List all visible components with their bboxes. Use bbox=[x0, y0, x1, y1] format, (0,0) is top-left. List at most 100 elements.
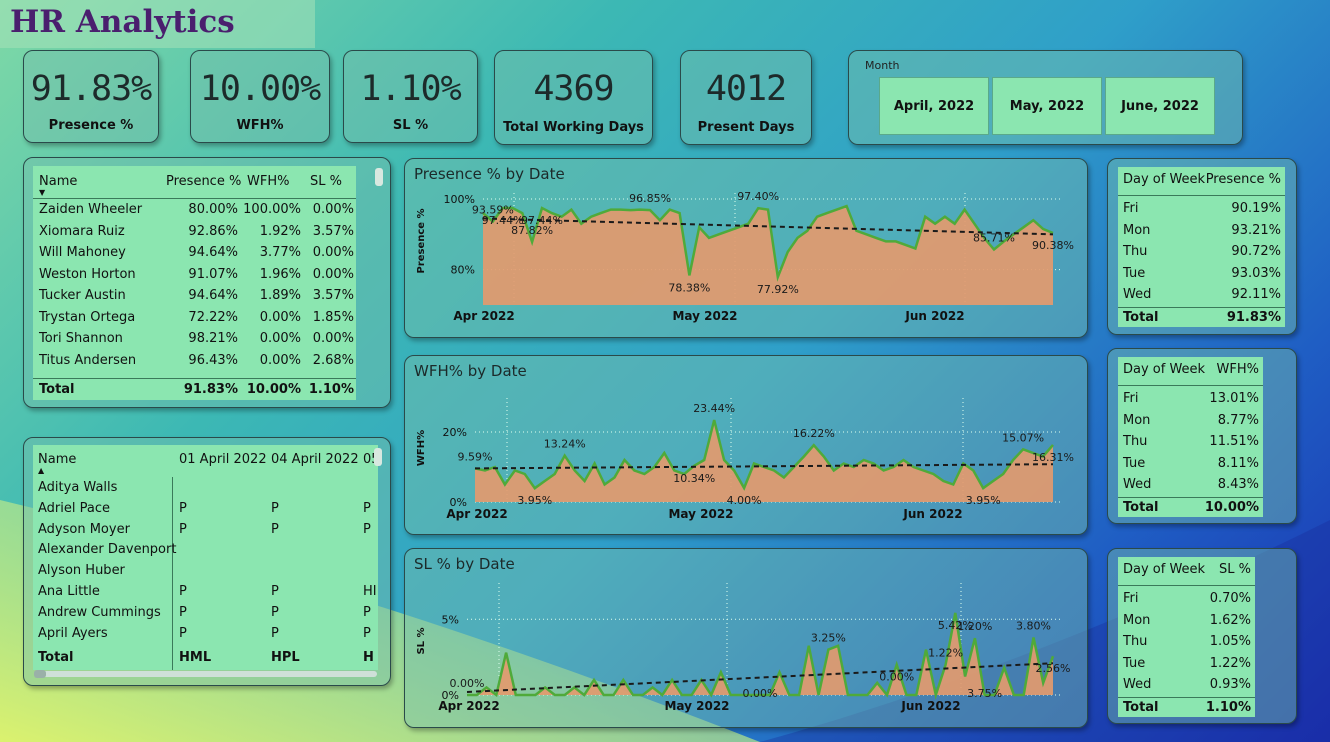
cell-presence: 94.64% bbox=[188, 288, 238, 303]
data-label: 97.40% bbox=[737, 190, 779, 203]
data-label: 3.80% bbox=[1016, 619, 1051, 632]
cell-sl: 0.00% bbox=[312, 202, 354, 217]
table-row[interactable]: Wed 8.43% bbox=[1118, 474, 1263, 495]
table-row[interactable]: Mon 1.62% bbox=[1118, 610, 1255, 631]
kpi-present-days-card: 4012 Present Days bbox=[680, 50, 812, 145]
table-row[interactable]: Xiomara Ruiz 92.86% 1.92% 3.57% bbox=[33, 221, 356, 242]
data-label: 15.07% bbox=[1002, 431, 1044, 444]
table-row[interactable]: Will Mahoney 94.64% 3.77% 0.00% bbox=[33, 242, 356, 263]
cell-sl: 0.00% bbox=[312, 245, 354, 260]
cell-day[interactable]: Day of Week bbox=[1123, 562, 1205, 577]
total-presence: 91.83% bbox=[183, 382, 238, 397]
cell-value: 91.83% bbox=[1226, 310, 1281, 325]
table-row[interactable]: Tori Shannon 98.21% 0.00% 0.00% bbox=[33, 328, 356, 349]
data-label: 90.38% bbox=[1032, 239, 1074, 252]
header-name[interactable]: Name bbox=[38, 452, 76, 467]
cell-value: 93.03% bbox=[1231, 265, 1281, 281]
header-date-2[interactable]: 04 April 2022 bbox=[271, 452, 359, 467]
matrix-row[interactable]: Adriel Pace P P P bbox=[33, 498, 378, 519]
cell-sl: 2.68% bbox=[312, 352, 354, 368]
cell-value[interactable]: Presence % bbox=[1206, 172, 1281, 187]
month-option-may[interactable]: May, 2022 bbox=[992, 77, 1102, 135]
month-option-april[interactable]: April, 2022 bbox=[879, 77, 989, 135]
table-row[interactable]: Tue 93.03% bbox=[1118, 263, 1285, 284]
cell-wfh: 0.00% bbox=[259, 331, 301, 346]
table-row[interactable]: Trystan Ortega 72.22% 0.00% 1.85% bbox=[33, 307, 356, 328]
data-label: 77.92% bbox=[757, 283, 799, 296]
kpi-label: WFH% bbox=[236, 118, 284, 133]
cell-sl: 3.57% bbox=[312, 223, 354, 239]
dow-sl-card: Day of Week SL % Fri 0.70% Mon 1.62% Thu 1.05% T… bbox=[1107, 548, 1297, 724]
data-label: 0.00% bbox=[743, 687, 778, 700]
cell-date-1: P bbox=[179, 521, 187, 537]
cell-wfh: 100.00% bbox=[243, 202, 301, 217]
horizontal-scrollbar[interactable] bbox=[34, 671, 377, 677]
table-total-row: Total 1.10% bbox=[1118, 697, 1255, 718]
kpi-label: Presence % bbox=[48, 118, 134, 133]
header-presence[interactable]: Presence % bbox=[166, 174, 241, 189]
matrix-row[interactable]: Alexander Davenport bbox=[33, 539, 378, 560]
cell-value: 0.93% bbox=[1209, 677, 1251, 692]
cell-name: Titus Andersen bbox=[39, 352, 137, 368]
cell-name: Tori Shannon bbox=[39, 331, 123, 346]
matrix-row[interactable]: Aditya Walls bbox=[33, 477, 378, 498]
month-slicer: Month April, 2022 May, 2022 June, 2022 bbox=[848, 50, 1243, 145]
cell-sl: 0.00% bbox=[312, 266, 354, 282]
matrix-row[interactable]: April Ayers P P P bbox=[33, 623, 378, 644]
cell-day[interactable]: Day of Week bbox=[1123, 362, 1205, 377]
vertical-scrollbar[interactable] bbox=[375, 168, 383, 186]
table-total-row: Total 91.83% 10.00% 1.10% bbox=[33, 379, 356, 400]
matrix-row[interactable]: Alyson Huber bbox=[33, 560, 378, 581]
table-row[interactable]: Fri 13.01% bbox=[1118, 388, 1263, 409]
x-tick-label: May 2022 bbox=[664, 699, 729, 713]
matrix-header: Name ▲ 01 April 2022 04 April 2022 05 bbox=[33, 448, 378, 476]
cell-name: Ana Little bbox=[38, 584, 100, 599]
table-row[interactable]: Mon 93.21% bbox=[1118, 220, 1285, 241]
table-row[interactable]: Fri 90.19% bbox=[1118, 198, 1285, 219]
employee-table: Name ▼ Presence % WFH% SL % Zaiden Wheel… bbox=[33, 166, 356, 400]
cell-value: 92.11% bbox=[1231, 287, 1281, 302]
table-row[interactable]: Thu 90.72% bbox=[1118, 241, 1285, 262]
month-option-june[interactable]: June, 2022 bbox=[1105, 77, 1215, 135]
cell-presence: 72.22% bbox=[188, 309, 238, 325]
employee-table-card: Name ▼ Presence % WFH% SL % Zaiden Wheel… bbox=[23, 157, 391, 408]
cell-wfh: 1.89% bbox=[259, 288, 301, 303]
table-row[interactable]: Tue 8.11% bbox=[1118, 453, 1263, 474]
cell-value[interactable]: SL % bbox=[1219, 562, 1251, 577]
cell-sl: 0.00% bbox=[312, 331, 354, 346]
table-row[interactable]: Weston Horton 91.07% 1.96% 0.00% bbox=[33, 264, 356, 285]
kpi-label: SL % bbox=[392, 118, 429, 133]
horizontal-scrollbar-thumb[interactable] bbox=[34, 670, 46, 678]
table-row[interactable]: Wed 92.11% bbox=[1118, 284, 1285, 305]
header-name[interactable]: Name bbox=[39, 174, 77, 189]
cell-day: Total bbox=[1123, 700, 1159, 715]
kpi-label: Total Working Days bbox=[503, 120, 644, 135]
header-date-1[interactable]: 01 April 2022 bbox=[179, 452, 267, 467]
matrix-row[interactable]: Andrew Cummings P P P bbox=[33, 602, 378, 623]
x-tick-label: Jun 2022 bbox=[900, 699, 960, 713]
cell-value: 10.00% bbox=[1204, 500, 1259, 515]
day-of-week-table: Day of Week WFH% Fri 13.01% Mon 8.77% Thu 11.51… bbox=[1118, 357, 1263, 517]
table-row[interactable]: Mon 8.77% bbox=[1118, 410, 1263, 431]
header-sl[interactable]: SL % bbox=[310, 174, 342, 189]
cell-date-3: P bbox=[363, 521, 371, 537]
matrix-row[interactable]: Ana Little P P HI bbox=[33, 581, 378, 602]
header-wfh[interactable]: WFH% bbox=[247, 174, 289, 189]
attendance-matrix-card: Name ▲ 01 April 2022 04 April 2022 05 Ad… bbox=[23, 437, 391, 686]
table-header: Day of Week Presence % bbox=[1118, 169, 1285, 190]
table-row[interactable]: Thu 11.51% bbox=[1118, 431, 1263, 452]
table-row[interactable]: Fri 0.70% bbox=[1118, 588, 1255, 609]
table-row[interactable]: Tue 1.22% bbox=[1118, 653, 1255, 674]
vertical-scrollbar[interactable] bbox=[374, 448, 382, 466]
cell-day: Wed bbox=[1123, 677, 1152, 692]
data-label: 3.75% bbox=[967, 687, 1002, 700]
table-header: Name ▼ Presence % WFH% SL % bbox=[33, 170, 356, 197]
matrix-row[interactable]: Adyson Moyer P P P bbox=[33, 519, 378, 540]
cell-day[interactable]: Day of Week bbox=[1123, 172, 1205, 187]
table-row[interactable]: Thu 1.05% bbox=[1118, 631, 1255, 652]
table-row[interactable]: Titus Andersen 96.43% 0.00% 2.68% bbox=[33, 350, 356, 371]
table-row[interactable]: Tucker Austin 94.64% 1.89% 3.57% bbox=[33, 285, 356, 306]
cell-value[interactable]: WFH% bbox=[1217, 362, 1259, 377]
table-row[interactable]: Wed 0.93% bbox=[1118, 674, 1255, 695]
table-row[interactable]: Zaiden Wheeler 80.00% 100.00% 0.00% bbox=[33, 199, 356, 220]
